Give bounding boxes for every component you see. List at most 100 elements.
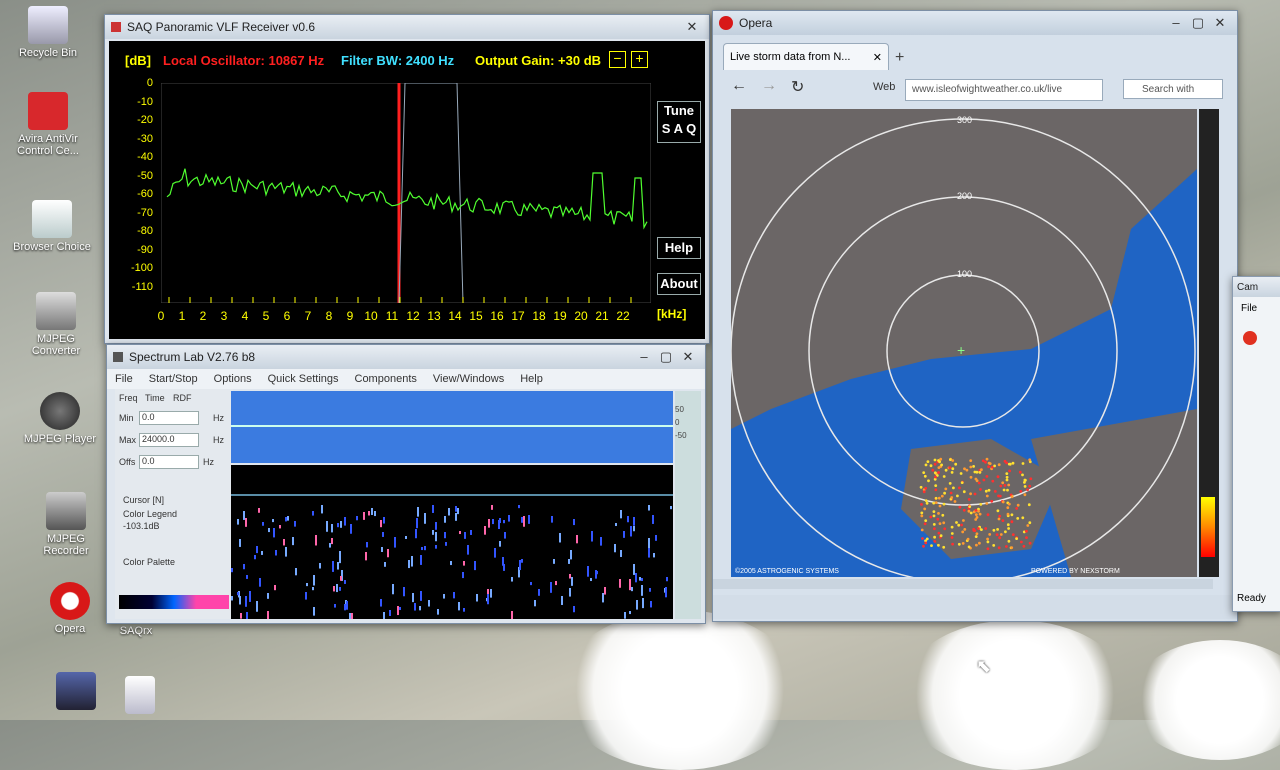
- side-tab-rdf[interactable]: RDF: [173, 393, 192, 403]
- waterfall-mark: [412, 593, 414, 603]
- lightning-strike: [1007, 527, 1010, 530]
- desktop-icon-recycle-bin[interactable]: Recycle Bin: [8, 6, 88, 59]
- menu-item[interactable]: Quick Settings: [260, 373, 347, 385]
- lightning-strike: [1004, 530, 1007, 534]
- address-bar[interactable]: www.isleofwightweather.co.uk/live: [905, 79, 1103, 101]
- lightning-strike: [925, 501, 929, 505]
- waterfall-display[interactable]: [231, 465, 673, 619]
- spec-titlebar[interactable]: Spectrum Lab V2.76 b8 ‒ ▢ ✕: [107, 345, 705, 369]
- menu-item[interactable]: File: [107, 373, 141, 385]
- waterfall-mark: [334, 604, 336, 608]
- offs-input[interactable]: 0.0: [139, 455, 199, 469]
- desktop-icon-mjpeg-player[interactable]: MJPEG Player: [20, 392, 100, 445]
- cam-red-button[interactable]: [1243, 331, 1257, 345]
- menu-item[interactable]: Components: [347, 373, 425, 385]
- lightning-strike: [939, 534, 943, 538]
- waterfall-mark: [368, 511, 370, 516]
- legend-value: -103.1dB: [123, 521, 160, 531]
- lightning-strike: [933, 458, 937, 462]
- waterfall-mark: [569, 574, 571, 579]
- waterfall-mark: [313, 607, 315, 616]
- lightning-strike: [933, 462, 937, 466]
- web-label[interactable]: Web: [873, 81, 895, 93]
- close-icon[interactable]: ✕: [1209, 15, 1231, 31]
- cam-menu-file[interactable]: File: [1241, 303, 1257, 314]
- saq-titlebar[interactable]: SAQ Panoramic VLF Receiver v0.6 ✕: [105, 15, 709, 39]
- x-tick-label: 17: [511, 309, 525, 323]
- gain-plus-button[interactable]: +: [631, 51, 648, 68]
- desktop-icon-document[interactable]: [100, 676, 180, 717]
- opera-titlebar[interactable]: Opera ‒ ▢ ✕: [713, 11, 1237, 35]
- menu-item[interactable]: Start/Stop: [141, 373, 206, 385]
- spectrum-display[interactable]: [231, 391, 673, 463]
- maximize-icon[interactable]: ▢: [1187, 15, 1209, 31]
- waterfall-mark: [491, 505, 493, 510]
- storm-map[interactable]: 100 200 300 + ©2005 ASTROGENIC SYSTEMS P…: [731, 109, 1197, 577]
- waterfall-mark: [550, 582, 552, 593]
- lightning-strike: [951, 459, 955, 462]
- waterfall-mark: [573, 606, 575, 613]
- lightning-strike: [1027, 503, 1031, 507]
- help-button[interactable]: Help: [657, 237, 701, 259]
- min-input[interactable]: 0.0: [139, 411, 199, 425]
- minimize-icon[interactable]: ‒: [1165, 15, 1187, 31]
- waterfall-mark: [511, 611, 513, 619]
- lightning-strike: [920, 511, 924, 515]
- lightning-strike: [1028, 484, 1032, 488]
- lightning-strike: [1028, 541, 1032, 545]
- lightning-strike: [1028, 458, 1032, 462]
- waterfall-mark: [313, 575, 315, 586]
- desktop-icon-mjpeg-converter[interactable]: MJPEG Converter: [16, 292, 96, 357]
- menu-item[interactable]: View/Windows: [425, 373, 512, 385]
- lightning-strike: [986, 537, 989, 541]
- color-palette-bar[interactable]: [119, 595, 229, 609]
- side-tab-freq[interactable]: Freq: [119, 393, 138, 403]
- waterfall-mark: [502, 557, 504, 566]
- search-input[interactable]: Search with: [1123, 79, 1223, 99]
- x-tick-label: 5: [262, 309, 270, 323]
- tune-saq-button[interactable]: Tune S A Q: [657, 101, 701, 143]
- lightning-strike: [932, 523, 936, 526]
- spectrum-plot[interactable]: [161, 83, 651, 303]
- lightning-strike: [1028, 521, 1032, 525]
- background-flower: [1130, 640, 1280, 760]
- gain-minus-button[interactable]: −: [609, 51, 626, 68]
- waterfall-mark: [420, 591, 422, 601]
- x-tick-label: 13: [427, 309, 441, 323]
- about-button[interactable]: About: [657, 273, 701, 295]
- desktop-icon-avira[interactable]: Avira AntiVir Control Ce...: [8, 92, 88, 157]
- lightning-strike: [924, 499, 928, 502]
- waterfall-mark: [504, 532, 506, 539]
- menu-item[interactable]: Help: [512, 373, 551, 385]
- back-icon[interactable]: ←: [731, 77, 747, 95]
- lightning-strike: [1025, 536, 1028, 539]
- lightning-strike: [987, 461, 991, 465]
- new-tab-icon[interactable]: +: [895, 49, 904, 67]
- minimize-icon[interactable]: ‒: [633, 349, 655, 365]
- waterfall-mark: [641, 578, 643, 582]
- waterfall-mark: [624, 612, 626, 619]
- map-scrollbar[interactable]: [713, 579, 1213, 589]
- waterfall-mark: [455, 513, 457, 521]
- reload-icon[interactable]: ↻: [791, 77, 804, 97]
- forward-icon[interactable]: →: [761, 77, 777, 95]
- close-icon[interactable]: ✕: [677, 349, 699, 365]
- waterfall-mark: [435, 532, 437, 542]
- close-icon[interactable]: ✕: [681, 19, 703, 35]
- x-tick-label: 3: [220, 309, 228, 323]
- document-icon: [125, 676, 155, 714]
- side-tab-time[interactable]: Time: [145, 393, 165, 403]
- browser-tab[interactable]: Live storm data from N... ✕: [723, 43, 889, 70]
- waterfall-mark: [371, 508, 373, 515]
- maximize-icon[interactable]: ▢: [655, 349, 677, 365]
- max-input[interactable]: 24000.0: [139, 433, 199, 447]
- desktop-icon-mjpeg-recorder[interactable]: MJPEG Recorder: [26, 492, 106, 557]
- lightning-strike: [1021, 516, 1025, 520]
- satellite-icon: [56, 672, 96, 710]
- lightning-strike: [969, 492, 972, 496]
- tab-close-icon[interactable]: ✕: [873, 51, 882, 64]
- desktop-icon-browser-choice[interactable]: Browser Choice: [12, 200, 92, 253]
- waterfall-mark: [553, 559, 555, 564]
- cam-titlebar[interactable]: Cam: [1233, 277, 1280, 297]
- menu-item[interactable]: Options: [206, 373, 260, 385]
